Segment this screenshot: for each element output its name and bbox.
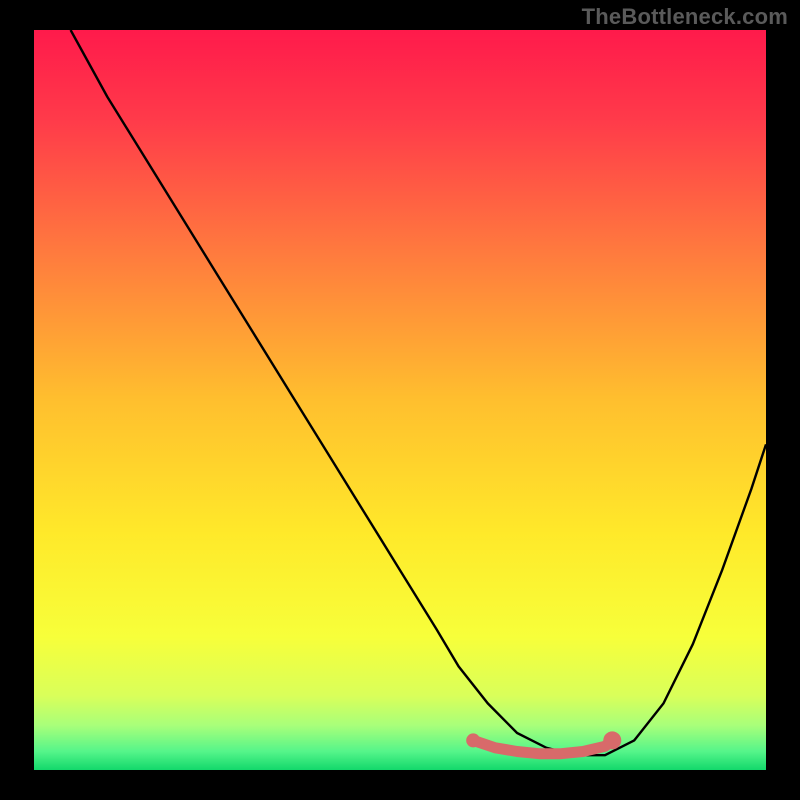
chart-frame: TheBottleneck.com xyxy=(0,0,800,800)
gradient-background xyxy=(34,30,766,770)
bottleneck-chart xyxy=(34,30,766,770)
attribution-label: TheBottleneck.com xyxy=(582,4,788,30)
plot-area xyxy=(34,30,766,770)
